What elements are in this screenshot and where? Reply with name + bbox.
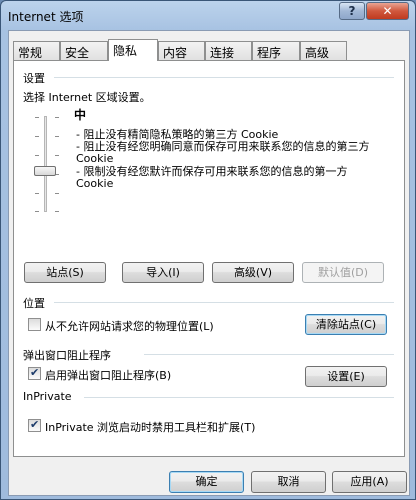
- location-checkbox-label: 从不允许网站请求您的物理位置(L): [45, 320, 214, 333]
- level-description-2: - 阻止没有经您明确同意而保存可用来联系您的信息的第三方 Cookie: [76, 140, 370, 165]
- inprivate-checkbox-row[interactable]: InPrivate 浏览启动时禁用工具栏和扩展(T): [28, 418, 388, 434]
- slider-tick: [35, 155, 39, 156]
- tab-privacy[interactable]: 隐私: [108, 39, 158, 61]
- inprivate-divider: [84, 397, 394, 398]
- slider-tick: [35, 193, 39, 194]
- settings-divider: [54, 77, 394, 78]
- location-divider: [54, 302, 394, 303]
- slider-tick: [35, 136, 39, 137]
- inprivate-checkbox-label: InPrivate 浏览启动时禁用工具栏和扩展(T): [45, 421, 256, 434]
- sites-button[interactable]: 站点(S): [24, 262, 106, 283]
- popup-blocker-heading: 弹出窗口阻止程序: [23, 349, 111, 362]
- popup-checkbox[interactable]: [28, 366, 41, 380]
- slider-tick: [55, 136, 59, 137]
- slider-tick: [35, 117, 39, 118]
- location-checkbox-row[interactable]: 从不允许网站请求您的物理位置(L): [28, 317, 288, 333]
- window-title: Internet 选项: [8, 10, 84, 24]
- cancel-button[interactable]: 取消: [251, 471, 326, 493]
- import-button[interactable]: 导入(I): [122, 262, 204, 283]
- popup-settings-button[interactable]: 设置(E): [305, 366, 387, 387]
- close-button[interactable]: ✕: [366, 2, 409, 20]
- tab-general[interactable]: 常规: [13, 41, 60, 60]
- location-checkbox[interactable]: [28, 318, 41, 331]
- title-bar[interactable]: Internet 选项 ? ✕: [1, 1, 415, 29]
- settings-heading: 设置: [23, 72, 45, 85]
- ok-button[interactable]: 确定: [169, 471, 244, 493]
- inprivate-heading: InPrivate: [23, 390, 72, 403]
- slider-thumb[interactable]: [34, 166, 56, 176]
- tab-connections[interactable]: 连接: [205, 41, 252, 60]
- location-heading: 位置: [23, 297, 45, 310]
- popup-checkbox-label: 启用弹出窗口阻止程序(B): [45, 369, 172, 382]
- internet-options-window: Internet 选项 ? ✕ 常规 安全 隐私 内容 连接 程序 高级 设置 …: [0, 0, 416, 500]
- privacy-level-name: 中: [74, 108, 87, 122]
- popup-divider: [144, 354, 394, 355]
- level-description-3: - 限制没有经您默许而保存可用来联系您的信息的第一方 Cookie: [76, 165, 348, 190]
- tab-advanced[interactable]: 高级: [300, 41, 347, 60]
- apply-button[interactable]: 应用(A): [332, 471, 407, 493]
- slider-tick: [35, 211, 39, 212]
- privacy-panel: 设置 选择 Internet 区域设置。 中 - 阻止没有精简隐私策略的第三方 …: [13, 60, 405, 457]
- slider-tick: [55, 117, 59, 118]
- clear-sites-button[interactable]: 清除站点(C): [305, 314, 387, 335]
- popup-checkbox-row[interactable]: 启用弹出窗口阻止程序(B): [28, 366, 288, 382]
- tab-programs[interactable]: 程序: [252, 41, 300, 60]
- tab-content[interactable]: 内容: [158, 41, 205, 60]
- slider-tick: [55, 211, 59, 212]
- slider-track: [44, 116, 47, 212]
- inprivate-checkbox[interactable]: [28, 418, 41, 432]
- advanced-button[interactable]: 高级(V): [212, 262, 294, 283]
- tab-security[interactable]: 安全: [60, 41, 108, 60]
- slider-tick: [55, 155, 59, 156]
- slider-tick: [55, 193, 59, 194]
- dialog-client-area: 常规 安全 隐私 内容 连接 程序 高级 设置 选择 Internet 区域设置…: [8, 30, 410, 496]
- zone-hint-text: 选择 Internet 区域设置。: [23, 91, 151, 104]
- help-button[interactable]: ?: [339, 2, 365, 20]
- default-button[interactable]: 默认值(D): [302, 262, 384, 283]
